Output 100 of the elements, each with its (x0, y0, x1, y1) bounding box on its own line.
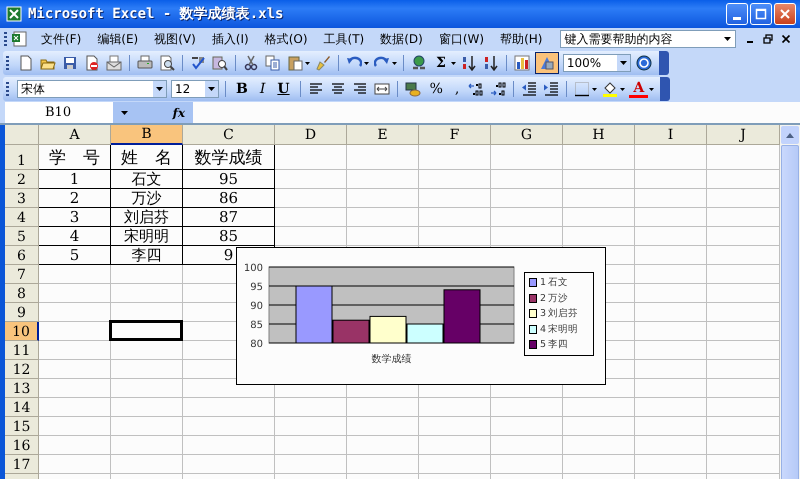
print-icon[interactable] (137, 55, 153, 71)
merge-center-icon[interactable] (374, 81, 390, 97)
document-icon[interactable] (11, 31, 27, 47)
row-header[interactable]: 4 (5, 208, 39, 227)
column-header[interactable]: H (563, 125, 635, 145)
help-search-field[interactable]: 键入需要帮助的内容 (560, 30, 736, 48)
column-header[interactable]: D (275, 125, 347, 145)
research-icon[interactable] (212, 55, 228, 71)
menu-item[interactable]: 数据(D) (372, 28, 431, 50)
autosum-button[interactable]: Σ (432, 55, 450, 71)
maximize-button[interactable] (750, 3, 772, 25)
paintbrush-icon[interactable] (315, 55, 331, 71)
column-header[interactable]: I (635, 125, 707, 145)
decrease-indent-icon[interactable] (521, 81, 538, 97)
sort-ascending-icon[interactable] (460, 55, 477, 71)
caret-icon[interactable] (592, 88, 598, 90)
row-header[interactable]: 2 (5, 170, 39, 189)
print-preview-icon[interactable] (159, 55, 175, 71)
text-style-button[interactable]: U (273, 81, 294, 97)
row-header[interactable]: 12 (5, 360, 39, 379)
paste-icon[interactable] (287, 55, 303, 71)
coins-icon[interactable] (404, 81, 421, 97)
scroll-up-button[interactable] (781, 126, 799, 144)
row-header[interactable]: 14 (5, 398, 39, 417)
cell-selection[interactable] (109, 320, 183, 341)
email-icon[interactable] (106, 55, 122, 71)
dropdown-button[interactable] (616, 55, 630, 71)
vertical-scrollbar[interactable] (780, 125, 800, 479)
caret-icon[interactable] (121, 110, 128, 114)
row-header[interactable]: 13 (5, 379, 39, 398)
text-style-button[interactable]: B (232, 81, 252, 97)
row-header[interactable]: 9 (5, 303, 39, 322)
globe-link-icon[interactable] (411, 55, 427, 71)
new-file-icon[interactable] (18, 55, 34, 71)
menu-item[interactable]: 窗口(W) (430, 28, 492, 50)
font-color-button[interactable]: A (629, 80, 648, 98)
column-header[interactable]: F (419, 125, 491, 145)
row-header[interactable]: 3 (5, 189, 39, 208)
dropdown-button[interactable] (205, 81, 218, 97)
caret-icon[interactable] (305, 62, 310, 64)
insert-function-button[interactable]: fx (172, 106, 185, 120)
toolbar-options-button[interactable] (660, 77, 670, 101)
row-header[interactable]: 16 (5, 436, 39, 455)
menu-item[interactable]: 文件(F) (33, 28, 90, 50)
scroll-thumb[interactable] (781, 145, 799, 479)
drawing-button[interactable] (534, 52, 559, 74)
font-field[interactable]: 宋体 (17, 80, 167, 98)
column-header[interactable]: G (491, 125, 563, 145)
increase-decimal-icon[interactable] (468, 81, 484, 97)
column-header[interactable]: A (39, 125, 111, 145)
close-icon[interactable] (781, 34, 792, 44)
caret-icon[interactable] (620, 88, 626, 90)
chart-area[interactable]: 80 85 90 95 100 数学成绩 1 石文 2 万沙 3 刘启芬 4 宋明明 5 李四 (236, 247, 606, 385)
row-header[interactable]: 17 (5, 455, 39, 474)
caret-icon[interactable] (364, 62, 369, 64)
bar-chart-icon[interactable] (514, 55, 530, 71)
column-header[interactable]: J (707, 125, 780, 145)
row-header[interactable]: 8 (5, 284, 39, 303)
menu-item[interactable]: 帮助(H) (492, 28, 550, 50)
menu-item[interactable]: 插入(I) (204, 28, 257, 50)
sort-descending-icon[interactable] (482, 55, 499, 71)
help-icon[interactable] (636, 55, 652, 71)
row-header[interactable]: 10 (5, 322, 39, 341)
scissors-icon[interactable] (243, 55, 259, 71)
row-header[interactable]: 11 (5, 341, 39, 360)
column-header[interactable]: B (111, 125, 183, 145)
menu-item[interactable]: 编辑(E) (89, 28, 146, 50)
font-size-field[interactable]: 12 (171, 80, 219, 98)
dropdown-button[interactable] (153, 81, 166, 97)
row-header[interactable]: 5 (5, 227, 39, 246)
number-format-button[interactable]: , (450, 81, 464, 97)
text-style-button[interactable]: I (256, 81, 270, 97)
caret-icon[interactable] (649, 88, 654, 90)
spelling-icon[interactable] (190, 55, 206, 71)
zoom-field[interactable]: 100% (562, 54, 631, 72)
save-icon[interactable] (62, 55, 78, 71)
fill-bucket-icon[interactable] (602, 81, 618, 97)
borders-icon[interactable] (574, 81, 590, 97)
increase-indent-icon[interactable] (543, 81, 560, 97)
column-header[interactable]: E (347, 125, 419, 145)
row-header[interactable]: 15 (5, 417, 39, 436)
caret-icon[interactable] (392, 62, 397, 64)
close-button[interactable] (774, 3, 796, 25)
number-format-button[interactable]: % (426, 81, 447, 97)
column-header[interactable]: C (183, 125, 275, 145)
caret-icon[interactable] (450, 62, 456, 64)
menu-item[interactable]: 视图(V) (146, 28, 204, 50)
decrease-decimal-icon[interactable] (490, 81, 506, 97)
menu-item[interactable]: 工具(T) (316, 28, 372, 50)
name-box[interactable]: B10 (5, 102, 113, 123)
row-header[interactable]: 6 (5, 246, 39, 265)
restore-icon[interactable] (763, 34, 774, 44)
row-header[interactable]: 1 (5, 145, 39, 170)
menu-item[interactable]: 格式(O) (256, 28, 316, 50)
permission-icon[interactable] (84, 55, 100, 71)
formula-field[interactable] (193, 102, 800, 123)
toolbar-options-button[interactable] (658, 51, 669, 75)
row-header[interactable]: 7 (5, 265, 39, 284)
copy-icon[interactable] (265, 55, 281, 71)
minimize-button[interactable] (726, 3, 748, 25)
